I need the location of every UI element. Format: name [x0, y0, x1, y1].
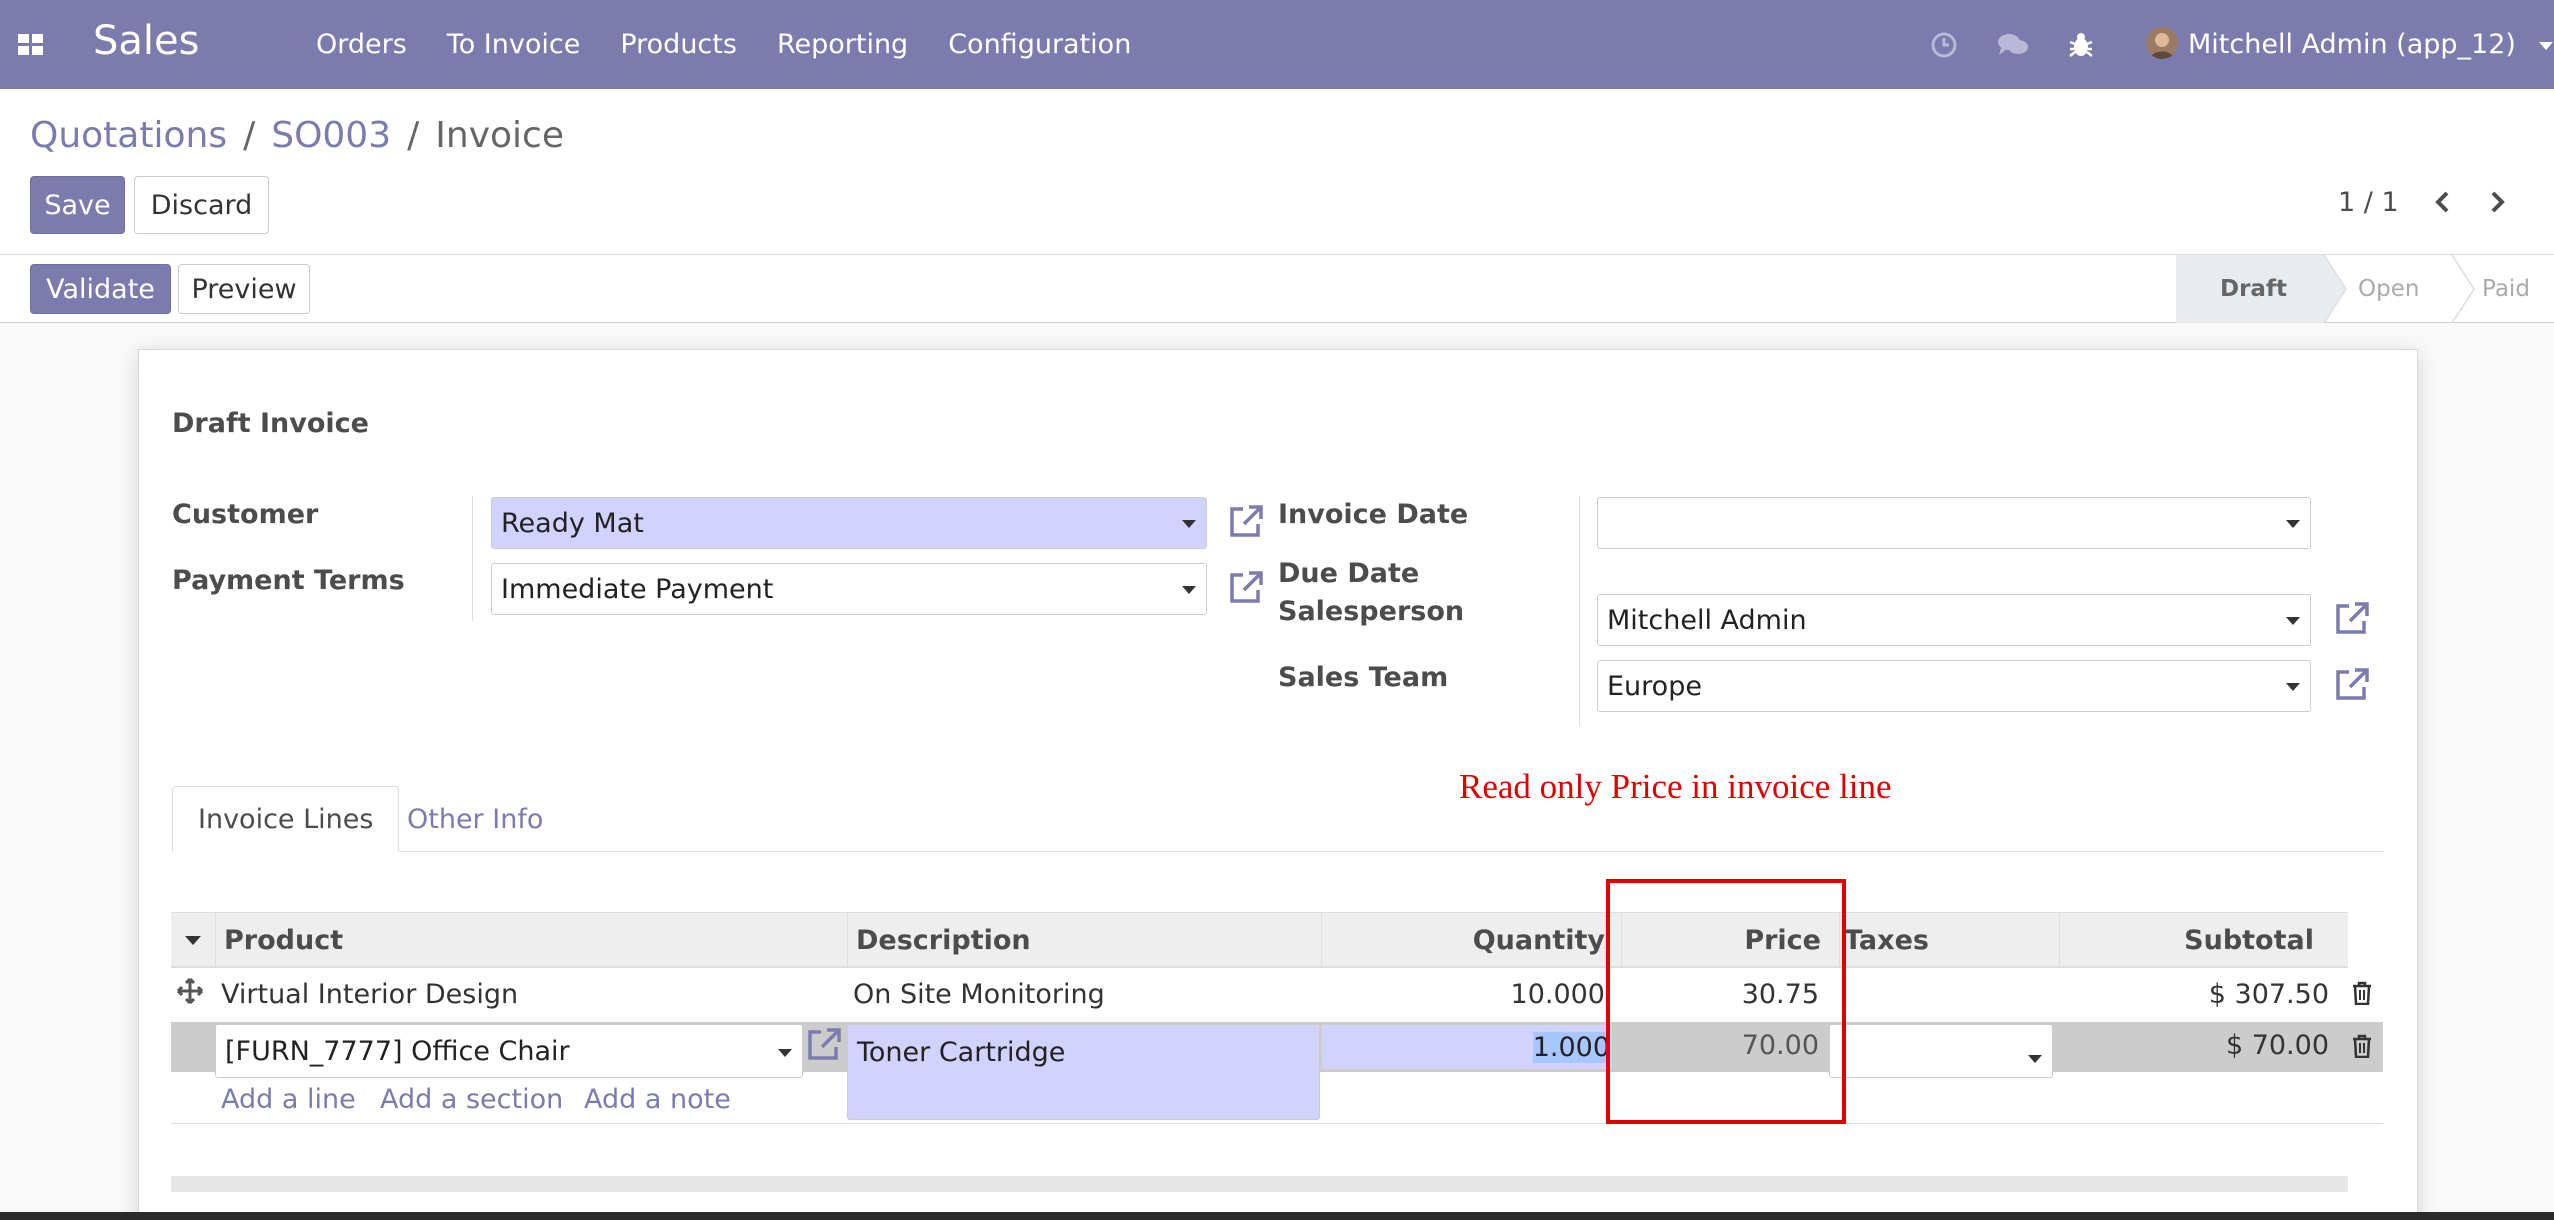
add-note-link[interactable]: Add a note [584, 1084, 731, 1115]
payment-terms-external-link-icon[interactable] [1227, 569, 1265, 605]
field-divider [1579, 496, 1580, 726]
edit-description-value: Toner Cartridge [857, 1037, 1066, 1068]
edit-taxes-dropdown-caret-icon[interactable] [2028, 1055, 2042, 1063]
app-brand[interactable]: Sales [93, 18, 199, 64]
menu-orders[interactable]: Orders [316, 29, 407, 60]
customer-label: Customer [172, 499, 319, 530]
chat-bubbles-icon[interactable] [1997, 30, 2028, 60]
invoice-date-label: Invoice Date [1278, 499, 1469, 530]
tab-invoice-lines[interactable]: Invoice Lines [172, 786, 400, 852]
validate-button[interactable]: Validate [30, 264, 171, 314]
invoice-title: Draft Invoice [172, 408, 369, 439]
due-date-label: Due Date [1278, 558, 1420, 589]
edit-taxes-field[interactable] [1829, 1024, 2053, 1078]
sales-team-external-link-icon[interactable] [2333, 666, 2371, 702]
table-row[interactable]: Virtual Interior Design On Site Monitori… [171, 968, 2383, 1020]
menu-reporting[interactable]: Reporting [777, 29, 908, 60]
salesperson-label: Salesperson [1278, 596, 1465, 627]
customer-dropdown-caret-icon[interactable] [1182, 520, 1196, 528]
add-section-link[interactable]: Add a section [380, 1084, 563, 1115]
sales-team-value: Europe [1607, 670, 1702, 702]
annotation-text: Read only Price in invoice line [1459, 767, 1892, 806]
table-row-editing[interactable]: [FURN_7777] Office Chair Toner Cartridge… [171, 1022, 2383, 1120]
debug-bug-icon[interactable] [2067, 30, 2097, 60]
column-header-subtotal[interactable]: Subtotal [2059, 913, 2348, 967]
edit-product-field[interactable]: [FURN_7777] Office Chair [215, 1024, 803, 1078]
field-divider [472, 496, 473, 621]
sales-team-label: Sales Team [1278, 662, 1449, 693]
customer-value: Ready Mat [501, 507, 644, 539]
menu-configuration[interactable]: Configuration [948, 29, 1131, 60]
column-header-quantity[interactable]: Quantity [1321, 913, 1621, 967]
column-header-product[interactable]: Product [215, 913, 847, 967]
notebook-tabs: Invoice Lines Other Info [172, 786, 2384, 852]
main-menu: Orders To Invoice Products Reporting Con… [316, 29, 1131, 60]
annotation-highlight-box [1606, 879, 1846, 1124]
apps-menu-icon[interactable] [18, 34, 44, 56]
user-name-label: Mitchell Admin (app_12) [2188, 29, 2516, 60]
table-header: Product Description Quantity Price Taxes… [171, 912, 2348, 968]
edit-product-external-link-icon[interactable] [805, 1026, 843, 1062]
salesperson-field[interactable]: Mitchell Admin [1597, 594, 2311, 646]
payment-terms-dropdown-caret-icon[interactable] [1182, 586, 1196, 594]
edit-quantity-value: 1.000 [1532, 1031, 1610, 1063]
sales-team-dropdown-caret-icon[interactable] [2286, 683, 2300, 691]
row-subtotal: $ 307.50 [2208, 979, 2329, 1010]
customer-field[interactable]: Ready Mat [491, 497, 1207, 549]
pager-previous-icon[interactable] [2428, 185, 2458, 219]
status-steps: Draft Open Paid [2176, 255, 2554, 323]
menu-to-invoice[interactable]: To Invoice [447, 29, 581, 60]
breadcrumb-separator: / [243, 115, 256, 156]
preview-button[interactable]: Preview [178, 264, 310, 314]
salesperson-dropdown-caret-icon[interactable] [2286, 617, 2300, 625]
invoice-date-dropdown-caret-icon[interactable] [2286, 520, 2300, 528]
caret-down-icon [2538, 41, 2553, 50]
breadcrumb: Quotations / SO003 / Invoice [30, 115, 564, 156]
add-line-link[interactable]: Add a line [221, 1084, 356, 1115]
save-button[interactable]: Save [30, 176, 125, 234]
column-header-description[interactable]: Description [847, 913, 1321, 967]
control-panel: Quotations / SO003 / Invoice Save Discar… [0, 89, 2554, 255]
customer-external-link-icon[interactable] [1227, 503, 1265, 539]
user-avatar[interactable] [2146, 27, 2178, 59]
edit-subtotal: $ 70.00 [2225, 1030, 2329, 1061]
status-bar: Validate Preview Draft Open Paid [0, 255, 2554, 323]
breadcrumb-current: Invoice [435, 115, 564, 156]
breadcrumb-so003[interactable]: SO003 [271, 115, 391, 156]
payment-terms-field[interactable]: Immediate Payment [491, 563, 1207, 615]
delete-row-trash-icon[interactable] [2352, 981, 2372, 1005]
payment-terms-value: Immediate Payment [501, 573, 774, 605]
payment-terms-label: Payment Terms [172, 565, 405, 596]
activity-clock-icon[interactable] [1929, 30, 1959, 60]
tab-other-info[interactable]: Other Info [382, 786, 568, 852]
status-arrow-separators [2323, 255, 2475, 323]
salesperson-external-link-icon[interactable] [2333, 600, 2371, 636]
invoice-date-field[interactable] [1597, 497, 2311, 549]
edit-quantity-field[interactable]: 1.000 [1321, 1024, 1613, 1070]
row-product: Virtual Interior Design [221, 979, 519, 1010]
row-quantity: 10.000 [1510, 979, 1605, 1010]
breadcrumb-quotations[interactable]: Quotations [30, 115, 227, 156]
screen-bottom-edge [0, 1212, 2554, 1220]
menu-products[interactable]: Products [620, 29, 737, 60]
column-header-taxes[interactable]: Taxes [1839, 913, 2059, 967]
delete-row-trash-icon[interactable] [2352, 1034, 2372, 1058]
sales-team-field[interactable]: Europe [1597, 660, 2311, 712]
pager-next-icon[interactable] [2482, 185, 2512, 219]
edit-product-dropdown-caret-icon[interactable] [778, 1049, 792, 1057]
add-links-row: Add a line Add a section Add a note [171, 1084, 2383, 1124]
top-navbar: Sales Orders To Invoice Products Reporti… [0, 0, 2554, 89]
edit-product-value: [FURN_7777] Office Chair [225, 1035, 570, 1067]
breadcrumb-separator: / [407, 115, 420, 156]
salesperson-value: Mitchell Admin [1607, 604, 1807, 636]
row-description: On Site Monitoring [853, 979, 1105, 1010]
drag-handle-icon[interactable] [177, 978, 203, 1004]
column-toggle-icon[interactable] [171, 913, 215, 967]
discard-button[interactable]: Discard [134, 176, 269, 234]
pager-value[interactable]: 1 / 1 [2338, 187, 2399, 218]
table-footer-bar [171, 1176, 2348, 1192]
user-menu[interactable]: Mitchell Admin (app_12) [2188, 29, 2553, 60]
